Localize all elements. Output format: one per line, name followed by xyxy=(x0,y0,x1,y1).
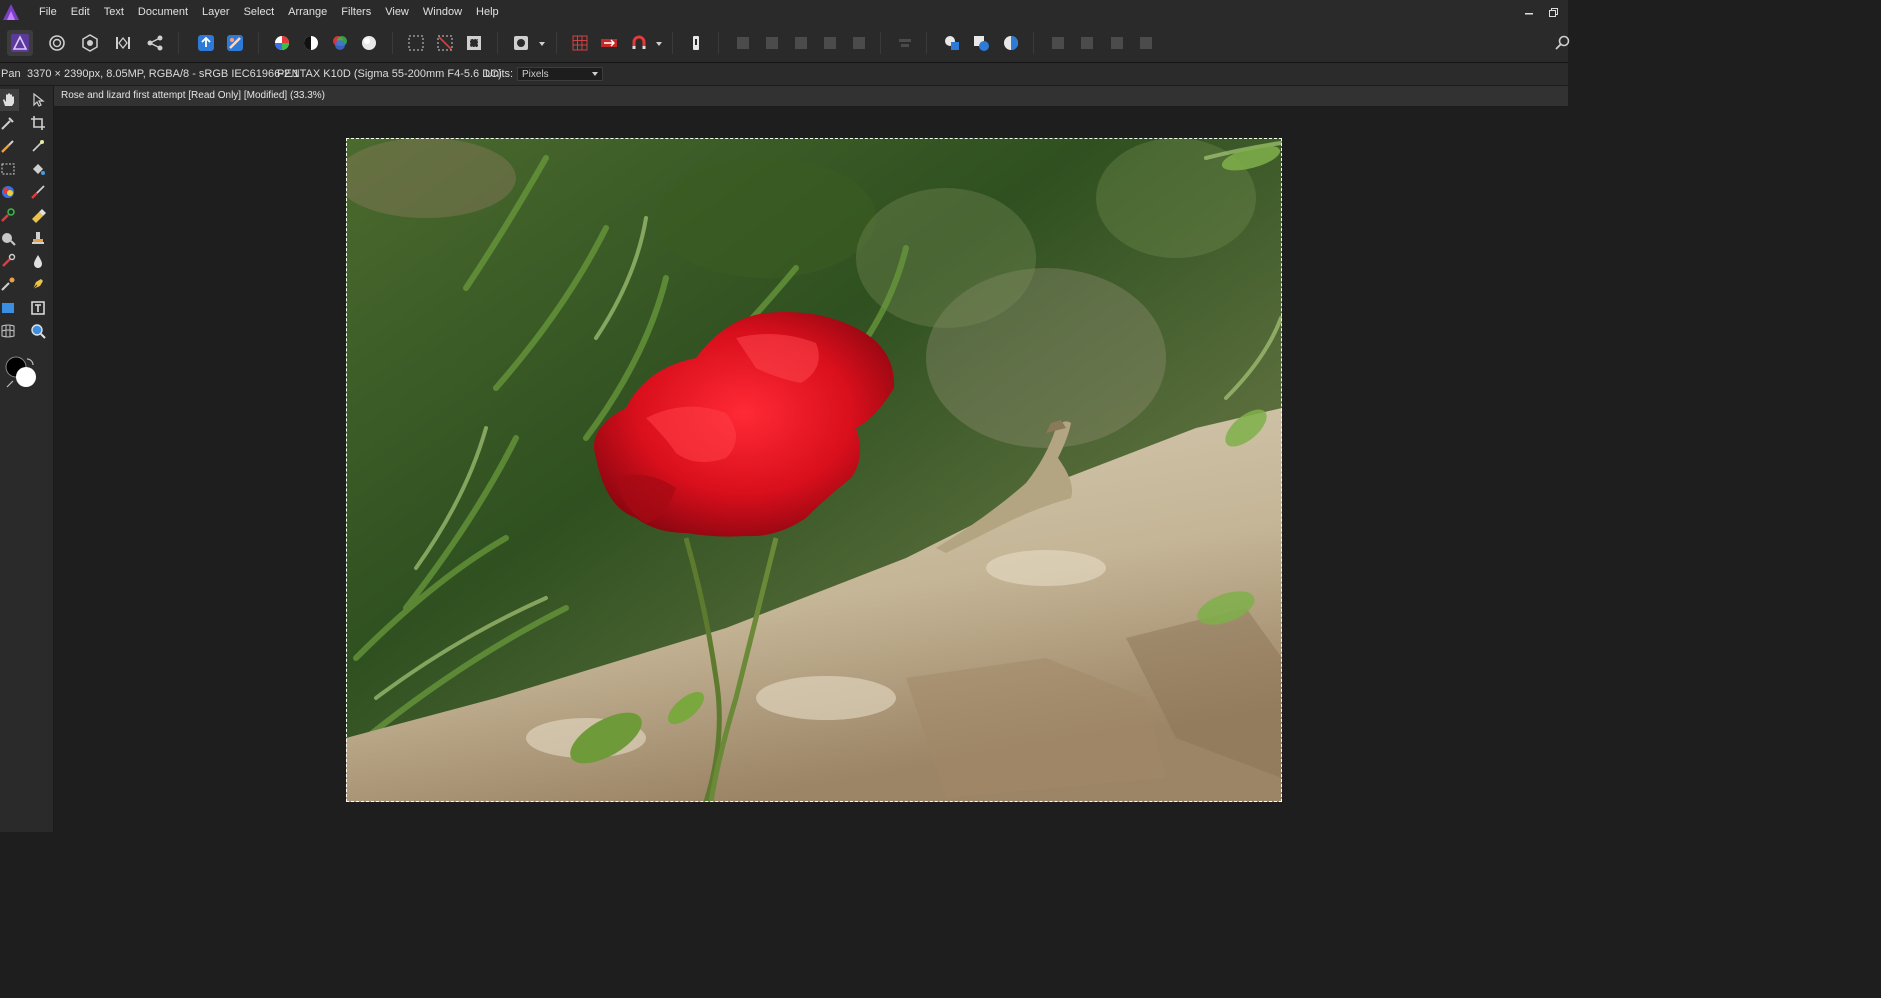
camera-info: PENTAX K10D (Sigma 55-200mm F4-5.6 DC) xyxy=(277,68,502,80)
toolbar-separator xyxy=(718,32,719,54)
menu-arrange[interactable]: Arrange xyxy=(281,0,334,24)
flip-vertical-icon[interactable] xyxy=(1074,30,1100,56)
color-swatches-icon[interactable] xyxy=(3,354,39,390)
boolean-subtract-icon[interactable] xyxy=(968,30,994,56)
restore-icon[interactable] xyxy=(1543,0,1563,24)
toolbar-separator xyxy=(392,32,393,54)
marquee-icon[interactable] xyxy=(403,30,429,56)
pixel-brush-tool-icon[interactable] xyxy=(27,181,49,203)
search-icon[interactable] xyxy=(1550,30,1576,56)
paint-brush-tool-icon[interactable] xyxy=(0,181,19,203)
crop-tool-icon[interactable] xyxy=(27,112,49,134)
move-to-front-icon[interactable] xyxy=(817,30,843,56)
menu-window[interactable]: Window xyxy=(416,0,469,24)
red-eye-tool-icon[interactable] xyxy=(27,250,49,272)
context-toolbar: Pan 3370 × 2390px, 8.05MP, RGBA/8 - sRGB… xyxy=(0,63,1568,86)
toolbar-separator xyxy=(497,32,498,54)
toolbar-separator xyxy=(1033,32,1034,54)
pen-tool-icon[interactable] xyxy=(27,273,49,295)
auto-colour-icon[interactable] xyxy=(327,30,353,56)
align-icon[interactable] xyxy=(892,30,918,56)
move-forward-icon[interactable] xyxy=(788,30,814,56)
toolbar-separator xyxy=(178,32,179,54)
document-tab[interactable]: Rose and lizard first attempt [Read Only… xyxy=(54,86,1568,107)
units-dropdown[interactable]: Pixels xyxy=(517,67,603,81)
view-tool-hand-icon[interactable] xyxy=(0,89,19,111)
document-info: 3370 × 2390px, 8.05MP, RGBA/8 - sRGB IEC… xyxy=(27,68,300,80)
mesh-warp-tool-icon[interactable] xyxy=(0,320,19,342)
chevron-down-icon[interactable] xyxy=(655,40,663,48)
snapping-grid-icon[interactable] xyxy=(567,30,593,56)
toolbar-separator xyxy=(258,32,259,54)
clone-brush-tool-icon[interactable] xyxy=(27,227,49,249)
toolbar-separator xyxy=(926,32,927,54)
dodge-brush-tool-icon[interactable] xyxy=(0,204,19,226)
move-tool-icon[interactable] xyxy=(27,89,49,111)
healing-brush-tool-icon[interactable] xyxy=(0,273,19,295)
document-title: Rose and lizard first attempt [Read Only… xyxy=(61,90,326,101)
rectangle-tool-icon[interactable] xyxy=(0,297,19,319)
document-photo[interactable] xyxy=(346,138,1282,802)
assistant-icon[interactable] xyxy=(222,30,248,56)
zoom-tool-icon[interactable] xyxy=(27,320,49,342)
toolbar-separator xyxy=(672,32,673,54)
rectangular-marquee-tool-icon[interactable] xyxy=(0,158,19,180)
develop-persona-icon[interactable] xyxy=(77,30,103,56)
boolean-intersect-icon[interactable] xyxy=(998,30,1024,56)
quick-mask-icon[interactable] xyxy=(508,30,534,56)
units-value: Pixels xyxy=(522,69,549,80)
menu-layer[interactable]: Layer xyxy=(195,0,237,24)
artistic-text-tool-icon[interactable] xyxy=(27,297,49,319)
menu-view[interactable]: View xyxy=(378,0,416,24)
force-pixel-alignment-icon[interactable] xyxy=(596,30,622,56)
menu-bar: File Edit Text Document Layer Select Arr… xyxy=(0,0,1568,25)
erase-brush-tool-icon[interactable] xyxy=(27,204,49,226)
affinity-photo-logo-icon[interactable] xyxy=(2,3,20,21)
toolbar-separator xyxy=(880,32,881,54)
menu-help[interactable]: Help xyxy=(469,0,506,24)
lock-children-icon[interactable] xyxy=(683,30,709,56)
auto-contrast-icon[interactable] xyxy=(298,30,324,56)
tools-panel xyxy=(0,86,54,832)
menu-filters[interactable]: Filters xyxy=(334,0,378,24)
boolean-add-icon[interactable] xyxy=(939,30,965,56)
rotate-right-icon[interactable] xyxy=(1133,30,1159,56)
add-layer-icon[interactable] xyxy=(730,30,756,56)
export-persona-icon[interactable] xyxy=(142,30,168,56)
upload-icon[interactable] xyxy=(193,30,219,56)
tone-mapping-persona-icon[interactable] xyxy=(110,30,136,56)
rotate-left-icon[interactable] xyxy=(1104,30,1130,56)
auto-levels-icon[interactable] xyxy=(269,30,295,56)
liquify-persona-icon[interactable] xyxy=(44,30,70,56)
smudge-brush-tool-icon[interactable] xyxy=(0,250,19,272)
color-picker-tool-icon[interactable] xyxy=(0,112,19,134)
minimize-icon[interactable] xyxy=(1519,0,1539,24)
toolbar xyxy=(0,24,1570,63)
move-to-back-icon[interactable] xyxy=(846,30,872,56)
invert-selection-icon[interactable] xyxy=(461,30,487,56)
blur-brush-tool-icon[interactable] xyxy=(0,227,19,249)
toolbar-separator xyxy=(556,32,557,54)
snapping-magnet-icon[interactable] xyxy=(626,30,652,56)
menu-select[interactable]: Select xyxy=(237,0,282,24)
auto-white-balance-icon[interactable] xyxy=(356,30,382,56)
menu-edit[interactable]: Edit xyxy=(64,0,97,24)
photo-persona-icon[interactable] xyxy=(7,30,33,56)
deselect-icon[interactable] xyxy=(432,30,458,56)
flood-fill-tool-icon[interactable] xyxy=(27,158,49,180)
tool-name-label: Pan xyxy=(1,68,21,80)
menu-text[interactable]: Text xyxy=(97,0,131,24)
flip-horizontal-icon[interactable] xyxy=(1045,30,1071,56)
selection-brush-tool-icon[interactable] xyxy=(0,135,19,157)
menu-document[interactable]: Document xyxy=(131,0,195,24)
chevron-down-icon[interactable] xyxy=(538,40,546,48)
move-back-icon[interactable] xyxy=(759,30,785,56)
menu-file[interactable]: File xyxy=(32,0,64,24)
flood-select-tool-icon[interactable] xyxy=(27,135,49,157)
units-label: Units: xyxy=(485,68,514,80)
chevron-down-icon xyxy=(592,72,598,76)
